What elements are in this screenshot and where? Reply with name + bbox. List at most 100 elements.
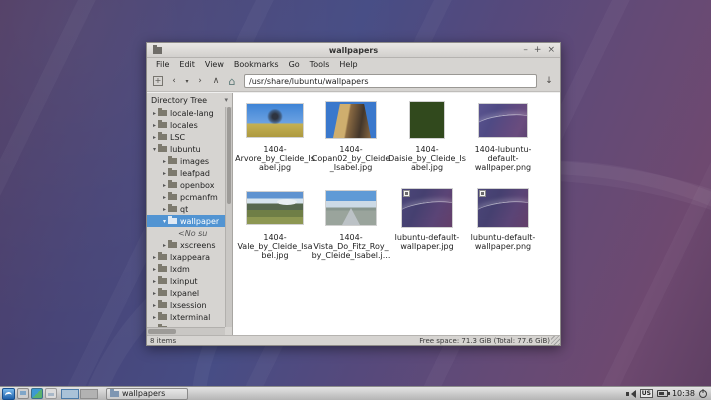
tree-item-lxsession[interactable]: ▸lxsession: [147, 299, 225, 311]
home-button[interactable]: ⌂: [225, 74, 239, 89]
expander-open-icon[interactable]: ▾: [161, 218, 168, 225]
minimize-button[interactable]: –: [523, 46, 528, 55]
file-manager-launcher-icon[interactable]: [17, 388, 29, 399]
expander-closed-icon[interactable]: ▸: [151, 122, 158, 129]
folder-icon: [158, 302, 167, 308]
folder-icon: [168, 218, 177, 224]
expander-closed-icon[interactable]: ▸: [161, 242, 168, 249]
tree-item-label: <No su: [178, 229, 207, 238]
tree-item-images[interactable]: ▸images: [147, 155, 225, 167]
tree-item-locales[interactable]: ▸locales: [147, 119, 225, 131]
close-button[interactable]: ×: [547, 46, 555, 55]
menu-item-view[interactable]: View: [200, 60, 229, 69]
jump-to-button[interactable]: ↓: [542, 74, 556, 89]
history-dropdown-button[interactable]: ▾: [183, 74, 191, 89]
tree-item-lubuntu[interactable]: ▾ lubuntu: [147, 143, 225, 155]
tree-item-lxinput[interactable]: ▸lxinput: [147, 275, 225, 287]
file-name: 1404-Daisie_by_Cleide_Isabel.jpg: [388, 145, 466, 172]
menu-item-go[interactable]: Go: [284, 60, 305, 69]
file-item[interactable]: lubuntu-default-wallpaper.png: [465, 186, 541, 274]
wallpaper-thumbnail: [247, 192, 303, 224]
tree-item-wallpaper[interactable]: ▾wallpaper: [147, 215, 225, 227]
maximize-button[interactable]: +: [534, 46, 542, 55]
expander-closed-icon[interactable]: ▸: [151, 290, 158, 297]
new-tab-icon: +: [153, 76, 163, 86]
resize-grip[interactable]: [551, 336, 560, 345]
tree-item-lxterminal[interactable]: ▸lxterminal: [147, 311, 225, 323]
scrollbar-thumb[interactable]: [148, 329, 176, 334]
menu-item-edit[interactable]: Edit: [174, 60, 200, 69]
expander-closed-icon[interactable]: ▸: [151, 314, 158, 321]
expander-closed-icon[interactable]: ▸: [151, 302, 158, 309]
tree-item-lsc[interactable]: ▸ LSC: [147, 131, 225, 143]
forward-button[interactable]: ›: [193, 74, 207, 89]
expander-closed-icon[interactable]: ▸: [161, 182, 168, 189]
tree-item-pcmanfm[interactable]: ▸pcmanfm: [147, 191, 225, 203]
sidebar-horizontal-scrollbar[interactable]: [147, 327, 225, 335]
tree-item-no-su[interactable]: <No su: [147, 227, 225, 239]
volume-icon[interactable]: [626, 390, 636, 398]
wallpaper-thumbnail: [247, 104, 303, 137]
scrollbar-thumb[interactable]: [227, 107, 231, 204]
start-menu-button[interactable]: [2, 388, 15, 400]
expander-closed-icon[interactable]: ▸: [161, 206, 168, 213]
tree-item-lxdm[interactable]: ▸lxdm: [147, 263, 225, 275]
expander-closed-icon[interactable]: ▸: [151, 134, 158, 141]
file-item[interactable]: 1404-lubuntu-default-wallpaper.png: [465, 98, 541, 186]
power-icon[interactable]: [699, 390, 707, 398]
tree-item-label: LSC: [170, 133, 185, 142]
new-tab-button[interactable]: +: [151, 74, 165, 89]
sidebar-mode-select[interactable]: Directory Tree ▾: [147, 93, 232, 107]
tree-item-xscreens[interactable]: ▸xscreens: [147, 239, 225, 251]
tree-item-leafpad[interactable]: ▸leafpad: [147, 167, 225, 179]
back-button[interactable]: ‹: [167, 74, 181, 89]
path-input[interactable]: [244, 74, 537, 88]
tree-item-openbox[interactable]: ▸openbox: [147, 179, 225, 191]
wallpaper-thumbnail: [478, 189, 528, 227]
expander-closed-icon[interactable]: ▸: [151, 266, 158, 273]
menu-item-tools[interactable]: Tools: [305, 60, 335, 69]
expander-closed-icon[interactable]: ▸: [151, 110, 158, 117]
show-desktop-button[interactable]: [45, 388, 57, 399]
expander-open-icon[interactable]: ▾: [151, 146, 158, 153]
workspace-1[interactable]: [61, 389, 79, 399]
tree-item-label: qt: [180, 205, 188, 214]
folder-icon: [168, 182, 177, 188]
clock[interactable]: 10:38: [672, 389, 695, 398]
workspace-pager: [61, 389, 98, 399]
battery-icon[interactable]: [657, 390, 668, 397]
expander-closed-icon[interactable]: ▸: [151, 278, 158, 285]
folder-icon: [158, 110, 167, 116]
file-item[interactable]: 1404-Copan02_by_Cleide_Isabel.jpg: [313, 98, 389, 186]
expander-closed-icon[interactable]: ▸: [161, 170, 168, 177]
file-manager-window: wallpapers – + × FileEditViewBookmarksGo…: [146, 42, 561, 346]
file-item[interactable]: 1404-Daisie_by_Cleide_Isabel.jpg: [389, 98, 465, 186]
workspace-2[interactable]: [80, 389, 98, 399]
expander-closed-icon[interactable]: ▸: [161, 194, 168, 201]
web-browser-launcher-icon[interactable]: [31, 388, 43, 399]
tree-item-lxappeara[interactable]: ▸lxappeara: [147, 251, 225, 263]
file-item[interactable]: 1404-Vale_by_Cleide_Isabel.jpg: [237, 186, 313, 274]
file-item[interactable]: 1404-Vista_Do_Fitz_Roy_by_Cleide_Isabel.…: [313, 186, 389, 274]
tree-item-locale-lang[interactable]: ▸locale-lang: [147, 107, 225, 119]
up-button[interactable]: ∧: [209, 74, 223, 89]
titlebar[interactable]: wallpapers – + ×: [147, 43, 560, 58]
thumbnail-wrap: [326, 186, 376, 230]
menu-item-file[interactable]: File: [151, 60, 174, 69]
menu-item-bookmarks[interactable]: Bookmarks: [229, 60, 284, 69]
expander-closed-icon[interactable]: ▸: [151, 254, 158, 261]
keyboard-layout-indicator[interactable]: US: [640, 389, 653, 398]
wallpaper-thumbnail: [479, 104, 527, 137]
desktop: wallpapers – + × FileEditViewBookmarksGo…: [0, 0, 711, 400]
file-item[interactable]: 1404-Arvore_by_Cleide_Isabel.jpg: [237, 98, 313, 186]
tree-item-label: lubuntu: [170, 145, 201, 154]
tree-item-qt[interactable]: ▸ qt: [147, 203, 225, 215]
file-item[interactable]: lubuntu-default-wallpaper.jpg: [389, 186, 465, 274]
window-title: wallpapers: [147, 46, 560, 55]
sidebar-vertical-scrollbar[interactable]: [225, 107, 232, 327]
menu-item-help[interactable]: Help: [334, 60, 362, 69]
expander-closed-icon[interactable]: ▸: [161, 158, 168, 165]
tree-item-lxpanel[interactable]: ▸lxpanel: [147, 287, 225, 299]
folder-icon: [158, 278, 167, 284]
taskbar-window-button[interactable]: wallpapers: [106, 388, 188, 400]
